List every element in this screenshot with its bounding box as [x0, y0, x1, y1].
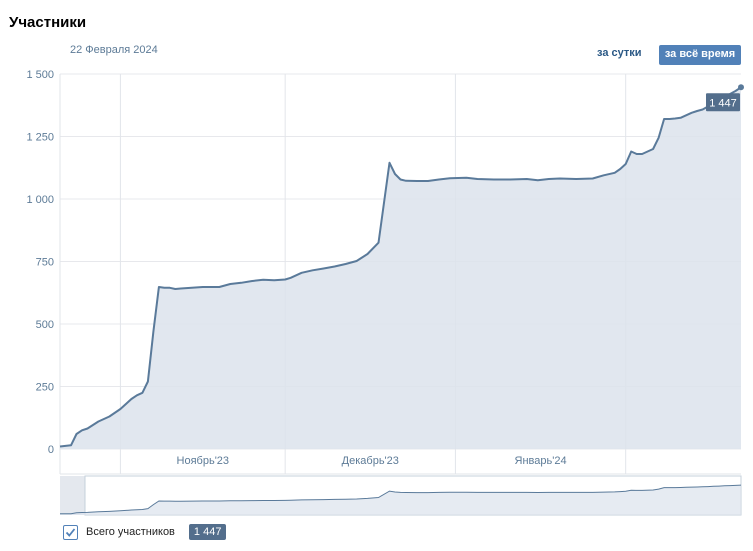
navigator-left-mask	[60, 476, 85, 515]
last-point	[738, 84, 744, 91]
y-tick-label: 250	[36, 382, 54, 394]
legend-value-badge: 1 447	[188, 524, 227, 540]
members-chart[interactable]: 0 250 500 750 1 000 1 250 1 500 Ноябрь'23 Декабр…	[0, 0, 753, 520]
y-tick-label: 1 250	[26, 132, 54, 144]
x-tick-label: Декабрь'23	[342, 455, 399, 467]
y-tick-label: 1 000	[26, 194, 54, 206]
y-tick-label: 0	[48, 444, 54, 456]
legend-checkbox[interactable]	[63, 524, 78, 540]
legend: Всего участников 1 447	[63, 524, 227, 540]
x-tick-label: Ноябрь'23	[177, 455, 230, 467]
y-tick-label: 1 500	[26, 69, 54, 81]
last-value-label: 1 447	[709, 97, 737, 109]
legend-label[interactable]: Всего участников	[86, 526, 175, 538]
y-tick-label: 500	[36, 319, 54, 331]
x-tick-label: Январь'24	[515, 455, 567, 467]
checkmark-icon	[65, 527, 76, 537]
y-tick-label: 750	[36, 257, 54, 269]
